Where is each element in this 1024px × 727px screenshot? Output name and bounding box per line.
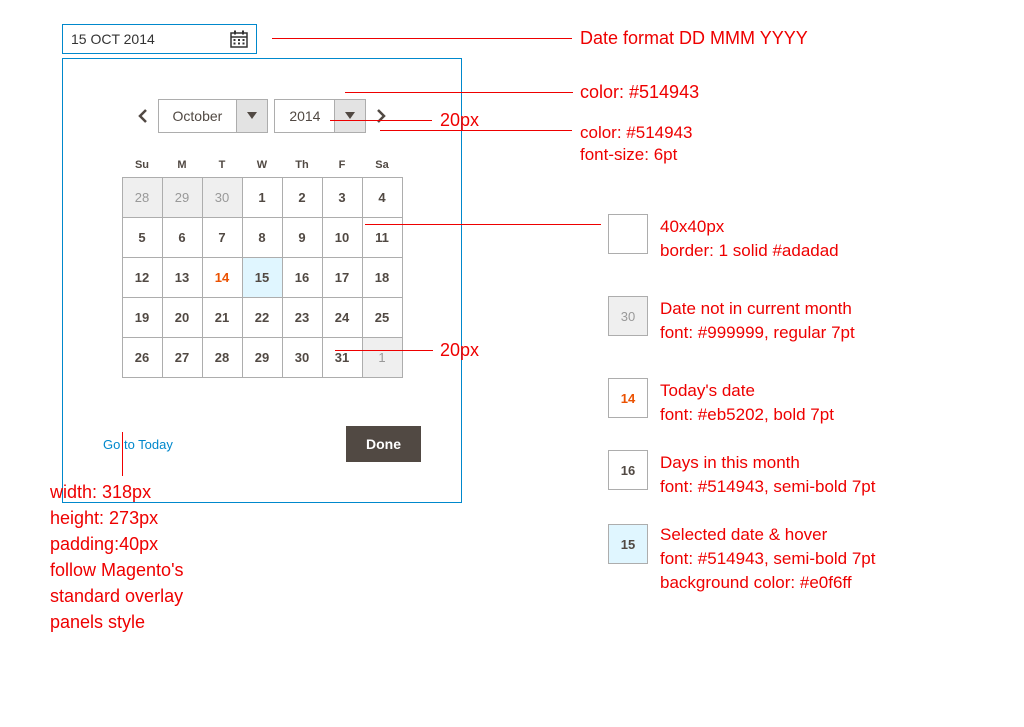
annotation: Today's date	[660, 380, 755, 403]
annotation: border: 1 solid #adadad	[660, 240, 839, 263]
prev-month-button[interactable]	[134, 101, 152, 131]
day-cell[interactable]: 28	[123, 178, 163, 218]
month-select-label: October	[159, 100, 237, 132]
go-to-today-link[interactable]: Go to Today	[103, 437, 173, 452]
weekday-label: Th	[282, 153, 322, 177]
chevron-down-icon	[236, 100, 267, 132]
annotation: color: #514943	[580, 122, 692, 145]
day-cell[interactable]: 31	[323, 338, 363, 378]
weekday-label: F	[322, 153, 362, 177]
day-cell[interactable]: 5	[123, 218, 163, 258]
day-cell[interactable]: 13	[163, 258, 203, 298]
calendar-icon[interactable]	[230, 30, 248, 48]
annotation: follow Magento's	[50, 558, 184, 582]
day-cell[interactable]: 14	[203, 258, 243, 298]
annotation: font: #514943, semi-bold 7pt	[660, 476, 875, 499]
day-cell[interactable]: 9	[283, 218, 323, 258]
annotation: color: #514943	[580, 80, 699, 104]
day-cell[interactable]: 3	[323, 178, 363, 218]
weekday-label: T	[202, 153, 242, 177]
annotation: background color: #e0f6ff	[660, 572, 852, 595]
day-cell[interactable]: 29	[163, 178, 203, 218]
date-input-field[interactable]: 15 OCT 2014	[62, 24, 257, 54]
done-button[interactable]: Done	[346, 426, 421, 462]
day-cell[interactable]: 25	[363, 298, 403, 338]
legend-swatch: 30	[608, 296, 648, 336]
weekday-label: Su	[122, 153, 162, 177]
annotation: Selected date & hover	[660, 524, 827, 547]
day-cell[interactable]: 19	[123, 298, 163, 338]
weekday-label: W	[242, 153, 282, 177]
day-cell[interactable]: 20	[163, 298, 203, 338]
day-cell[interactable]: 30	[203, 178, 243, 218]
annotation: Days in this month	[660, 452, 800, 475]
annotation: height: 273px	[50, 506, 158, 530]
day-cell[interactable]: 1	[243, 178, 283, 218]
annotation: 20px	[440, 108, 479, 132]
day-cell[interactable]: 21	[203, 298, 243, 338]
day-cell[interactable]: 2	[283, 178, 323, 218]
day-cell[interactable]: 18	[363, 258, 403, 298]
annotation: Date format DD MMM YYYY	[580, 26, 808, 50]
annotation: font: #eb5202, bold 7pt	[660, 404, 834, 427]
day-cell[interactable]: 16	[283, 258, 323, 298]
month-select[interactable]: October	[158, 99, 269, 133]
day-cell[interactable]: 1	[363, 338, 403, 378]
chevron-down-icon	[334, 100, 365, 132]
legend-swatch: 15	[608, 524, 648, 564]
annotation: font: #514943, semi-bold 7pt	[660, 548, 875, 571]
day-cell[interactable]: 29	[243, 338, 283, 378]
calendar-grid: 2829301234567891011121314151617181920212…	[122, 177, 403, 378]
day-cell[interactable]: 4	[363, 178, 403, 218]
day-cell[interactable]: 26	[123, 338, 163, 378]
annotation: panels style	[50, 610, 145, 634]
day-cell[interactable]: 15	[243, 258, 283, 298]
annotation: width: 318px	[50, 480, 151, 504]
annotation: padding:40px	[50, 532, 158, 556]
next-month-button[interactable]	[372, 101, 390, 131]
annotation: 20px	[440, 338, 479, 362]
day-cell[interactable]: 24	[323, 298, 363, 338]
year-select-label: 2014	[275, 100, 334, 132]
weekday-row: Su M T W Th F Sa	[122, 153, 402, 177]
day-cell[interactable]: 6	[163, 218, 203, 258]
legend-swatch: 16	[608, 450, 648, 490]
annotation: font: #999999, regular 7pt	[660, 322, 855, 345]
day-cell[interactable]: 28	[203, 338, 243, 378]
annotation: Date not in current month	[660, 298, 852, 321]
panel-footer: Go to Today Done	[103, 426, 421, 462]
calendar-header: October 2014	[103, 99, 421, 133]
day-cell[interactable]: 22	[243, 298, 283, 338]
day-cell[interactable]: 27	[163, 338, 203, 378]
day-cell[interactable]: 10	[323, 218, 363, 258]
day-cell[interactable]: 8	[243, 218, 283, 258]
legend-swatch: 14	[608, 378, 648, 418]
day-cell[interactable]: 30	[283, 338, 323, 378]
annotation: font-size: 6pt	[580, 144, 677, 167]
date-input-value: 15 OCT 2014	[71, 31, 155, 47]
annotation: standard overlay	[50, 584, 183, 608]
day-cell[interactable]: 23	[283, 298, 323, 338]
weekday-label: M	[162, 153, 202, 177]
annotation: 40x40px	[660, 216, 724, 239]
day-cell[interactable]: 17	[323, 258, 363, 298]
legend-swatch	[608, 214, 648, 254]
weekday-label: Sa	[362, 153, 402, 177]
year-select[interactable]: 2014	[274, 99, 366, 133]
day-cell[interactable]: 12	[123, 258, 163, 298]
day-cell[interactable]: 7	[203, 218, 243, 258]
